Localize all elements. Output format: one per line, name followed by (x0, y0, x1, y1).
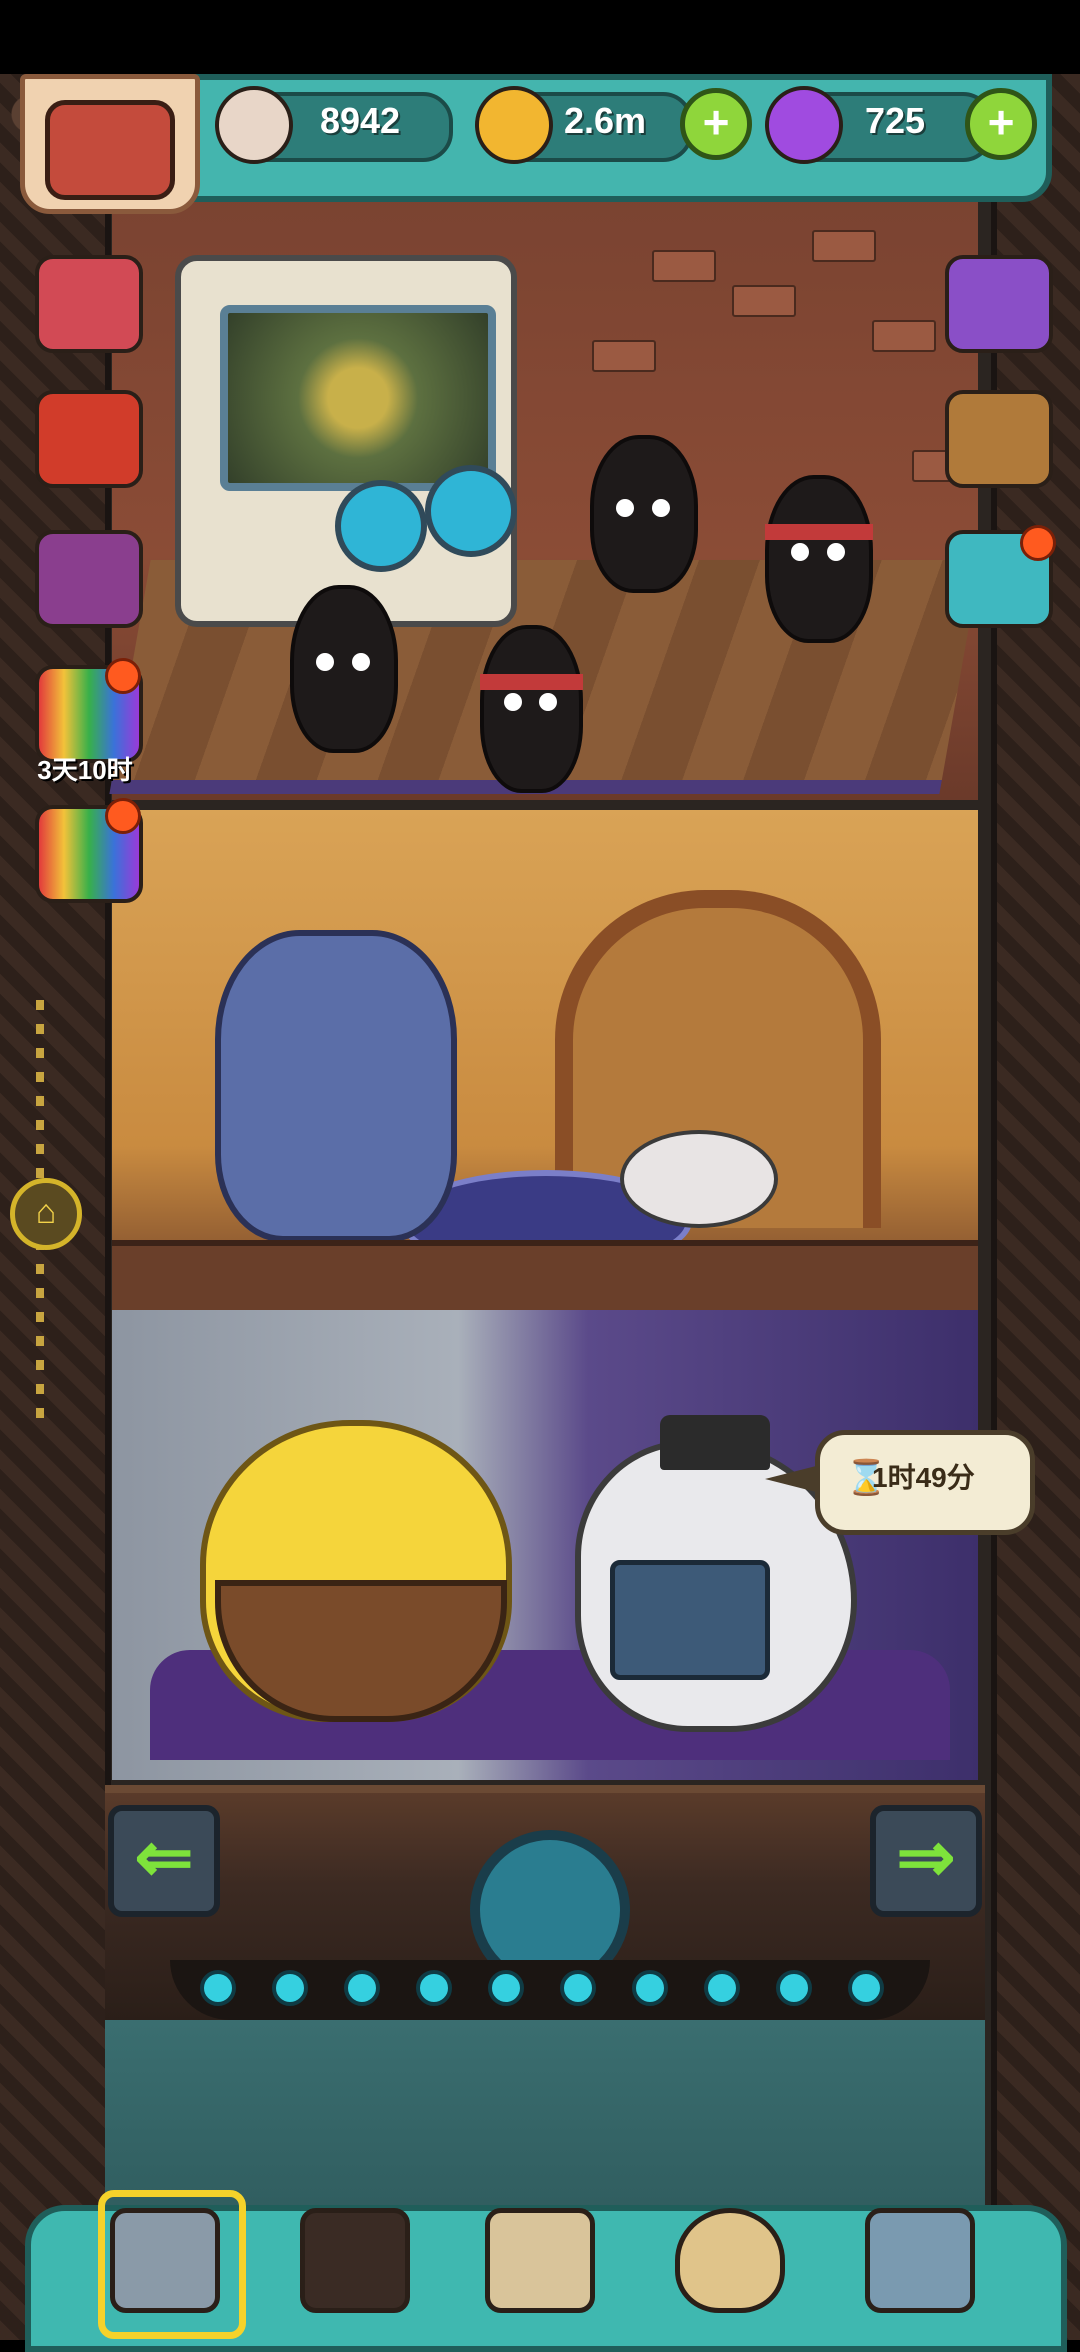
cards-icon[interactable] (35, 530, 143, 628)
creature-eye (352, 653, 370, 671)
indicator-light (560, 1970, 596, 2006)
nav-monster-button[interactable] (285, 2195, 425, 2325)
home-icon[interactable]: ⌂ (10, 1178, 82, 1250)
indicator-light (704, 1970, 740, 2006)
wall-brick (592, 340, 656, 372)
scroll-right-arrow-button[interactable]: ⇒ (870, 1805, 982, 1917)
indicator-light (488, 1970, 524, 2006)
wall-brick (652, 250, 716, 282)
gift-box-icon[interactable] (35, 255, 143, 353)
creature-eye (791, 543, 809, 561)
indicator-light (416, 1970, 452, 2006)
book-icon (485, 2207, 595, 2313)
status-band (0, 0, 1080, 74)
nav-shop-button[interactable] (660, 2195, 800, 2325)
purple-potion-icon (765, 86, 843, 164)
notification-badge (1020, 525, 1056, 561)
speech-bubble-tail (765, 1465, 820, 1493)
workshop-creature[interactable] (765, 475, 873, 643)
indicator-light (632, 1970, 668, 2006)
cat-monster[interactable] (215, 930, 457, 1242)
workshop-creature[interactable] (290, 585, 398, 753)
machine-dial-right (425, 465, 517, 557)
money-bag-icon (675, 2207, 785, 2313)
workshop-creature[interactable] (480, 625, 583, 793)
small-bird-creature[interactable] (620, 1130, 778, 1228)
grid-menu-icon (865, 2207, 975, 2313)
creature-headband (480, 673, 583, 690)
nav-menu-button[interactable] (850, 2195, 990, 2325)
indicator-light (344, 1970, 380, 2006)
workshop-creature[interactable] (590, 435, 698, 593)
creature-eye (616, 499, 634, 517)
add-coins-button[interactable]: + (680, 88, 752, 160)
eyeball-icon (215, 86, 293, 164)
creature-eye (652, 499, 670, 517)
wall-brick (732, 285, 796, 317)
stork-display-panel (610, 1560, 770, 1680)
creature-eye (504, 693, 522, 711)
gold-coin-icon (475, 86, 553, 164)
potions-value: 725 (864, 100, 926, 141)
indicator-light (848, 1970, 884, 2006)
nav-book-button[interactable] (470, 2195, 610, 2325)
hourglass-icon: ⌛ (845, 1459, 888, 1497)
indicator-light (272, 1970, 308, 2006)
fruit-basket-icon[interactable] (35, 390, 143, 488)
wall-brick (872, 320, 936, 352)
wall-brick (812, 230, 876, 262)
machine-dial-left (335, 480, 427, 572)
top-hat (660, 1415, 770, 1470)
gift-timer-label: 3天10时 (37, 755, 133, 785)
eyes-value: 8942 (319, 100, 401, 141)
avatar-icon (45, 100, 175, 200)
creature-headband (765, 523, 873, 540)
indicator-light (200, 1970, 236, 2006)
indicator-light (776, 1970, 812, 2006)
creature-eye (539, 693, 557, 711)
video-shop-icon[interactable] (945, 255, 1053, 353)
backpack-icon[interactable] (945, 390, 1053, 488)
notification-badge (105, 798, 141, 834)
machine-screen (220, 305, 496, 491)
notification-badge (105, 658, 141, 694)
creature-eye (316, 653, 334, 671)
add-potions-button[interactable]: + (965, 88, 1037, 160)
timer-text: 1时49分 (872, 1462, 975, 1493)
scroll-left-arrow-button[interactable]: ⇐ (108, 1805, 220, 1917)
monster-icon (300, 2207, 410, 2313)
coins-value: 2.6m (563, 100, 647, 141)
active-nav-highlight (98, 2190, 246, 2339)
creature-eye (827, 543, 845, 561)
